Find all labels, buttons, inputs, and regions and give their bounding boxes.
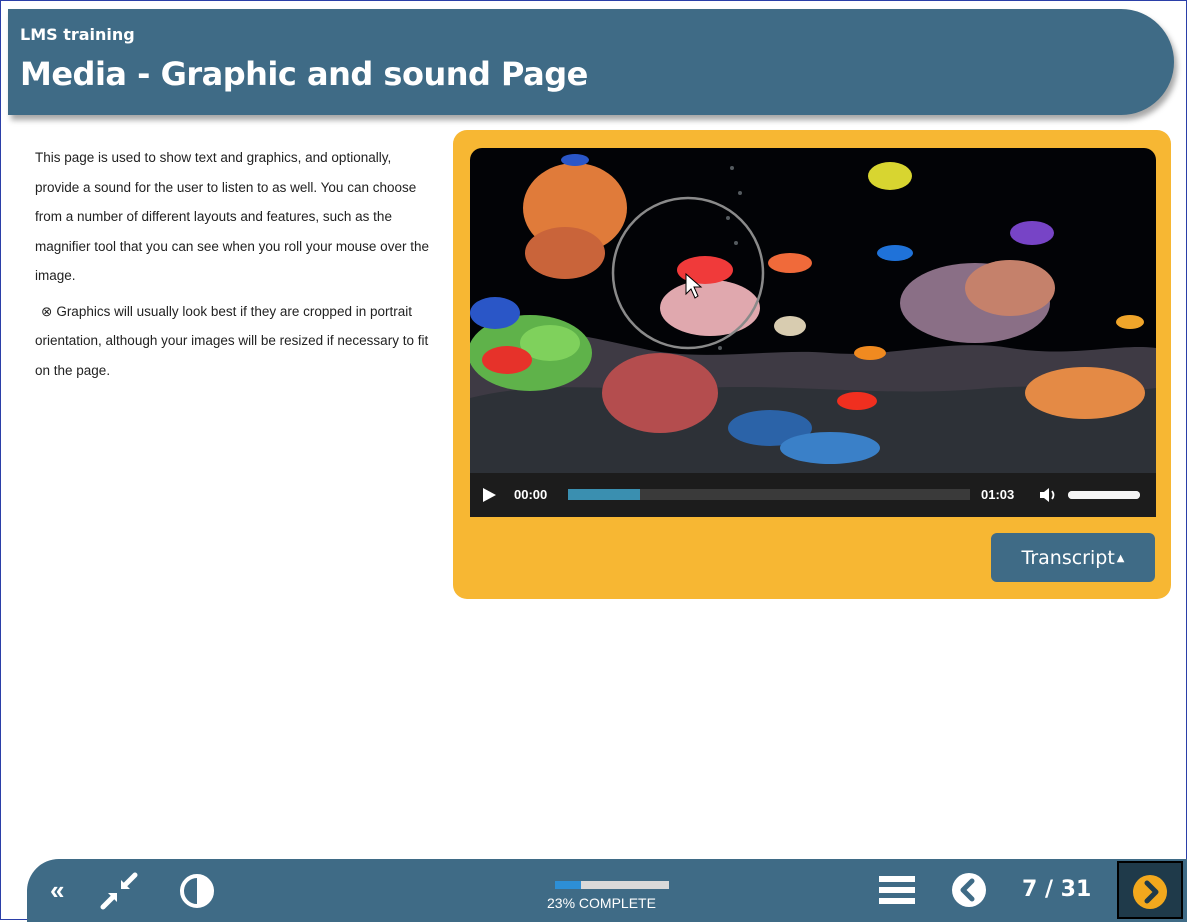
total-time: 01:03: [981, 487, 1015, 502]
page-counter: 7 / 31: [1022, 877, 1092, 902]
caret-up-icon: ▲: [1116, 553, 1125, 564]
video-progress-slider[interactable]: [568, 489, 970, 500]
video-controls: 00:00 01:03: [470, 473, 1156, 517]
course-title: LMS training: [20, 25, 135, 44]
page-title: Media - Graphic and sound Page: [20, 55, 588, 93]
aquarium-video-image: [470, 148, 1156, 473]
collapse-icon[interactable]: [99, 871, 139, 911]
transcript-label: Transcript: [1021, 546, 1115, 569]
course-progress-label: 23% COMPLETE: [547, 895, 656, 911]
back-to-start-icon[interactable]: «: [50, 875, 64, 906]
course-progress-bar: [555, 881, 669, 889]
menu-icon[interactable]: [877, 873, 917, 907]
volume-icon[interactable]: [1038, 485, 1058, 505]
volume-fill: [1068, 491, 1140, 499]
current-time: 00:00: [514, 487, 548, 502]
contrast-icon[interactable]: [179, 873, 215, 909]
intro-paragraph: This page is used to show text and graph…: [35, 150, 429, 283]
next-page-button[interactable]: [1117, 861, 1183, 919]
transcript-button[interactable]: Transcript ▲: [991, 533, 1155, 582]
page-body-text: This page is used to show text and graph…: [35, 143, 430, 391]
video-frame[interactable]: [470, 148, 1156, 473]
page-header: LMS training Media - Graphic and sound P…: [8, 9, 1174, 115]
play-icon[interactable]: [480, 486, 498, 504]
media-card: 00:00 01:03 Transcript ▲: [453, 130, 1171, 599]
prev-page-icon[interactable]: [950, 871, 988, 909]
course-progress-fill: [555, 881, 582, 889]
course-progress: 23% COMPLETE: [547, 879, 687, 919]
tip-paragraph: ⊗ Graphics will usually look best if they…: [35, 297, 430, 386]
tip-text: Graphics will usually look best if they …: [35, 303, 429, 378]
next-page-icon: [1133, 875, 1167, 909]
footer-nav: « 23% COMPLETE 7 / 31: [27, 859, 1187, 922]
video-progress-fill: [568, 489, 641, 500]
volume-slider[interactable]: [1068, 491, 1140, 499]
tip-icon: ⊗: [41, 303, 53, 319]
